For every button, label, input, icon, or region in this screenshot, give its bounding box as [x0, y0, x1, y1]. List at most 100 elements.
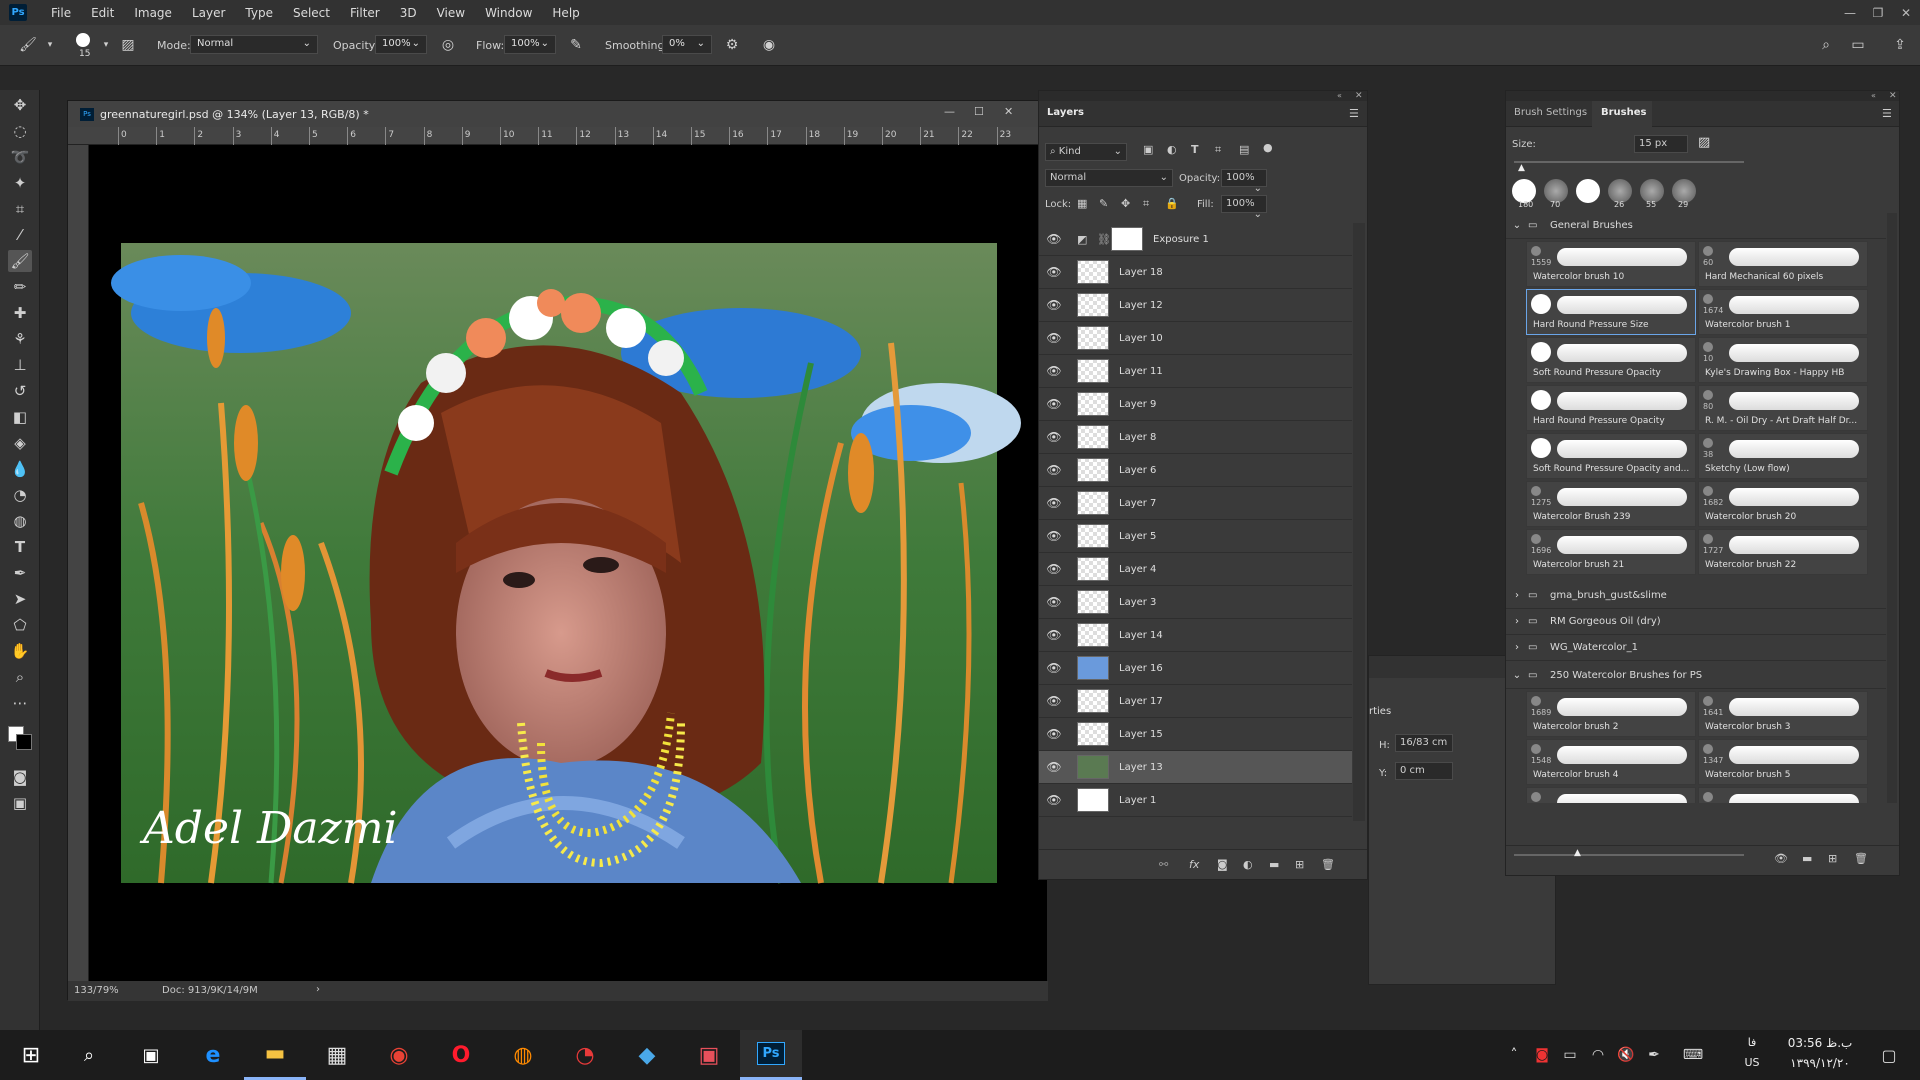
zoom-readout[interactable]: 133/79%: [74, 985, 119, 996]
collapse-panel-icon[interactable]: «: [1337, 91, 1342, 100]
brush-preset-item[interactable]: Hard Round Pressure Size: [1526, 289, 1696, 335]
size-slider-handle[interactable]: ▲: [1518, 163, 1525, 173]
layer-name[interactable]: Layer 7: [1119, 498, 1156, 509]
layer-row[interactable]: 👁 Layer 15: [1039, 718, 1352, 751]
layer-thumbnail[interactable]: [1077, 755, 1109, 779]
lock-position-icon[interactable]: ✥: [1121, 197, 1130, 210]
link-layers-icon[interactable]: ⚯: [1159, 858, 1168, 871]
magic-wand-tool-icon[interactable]: ✦: [8, 172, 32, 194]
share-icon[interactable]: ⇪: [1890, 35, 1910, 55]
layer-thumbnail[interactable]: [1077, 491, 1109, 515]
layer-row[interactable]: 👁 Layer 14: [1039, 619, 1352, 652]
notification-icon[interactable]: ▢: [1866, 1030, 1912, 1080]
layer-row[interactable]: 👁 Layer 7: [1039, 487, 1352, 520]
eye-icon[interactable]: 👁: [1039, 529, 1069, 543]
eye-icon[interactable]: 👁: [1039, 562, 1069, 576]
status-menu-arrow-icon[interactable]: ›: [316, 984, 320, 995]
layer-thumbnail[interactable]: [1077, 260, 1109, 284]
menu-window[interactable]: Window: [475, 6, 542, 20]
brush-folder[interactable]: › ▭ gma_brush_gust&slime: [1506, 583, 1886, 609]
windows-start-icon[interactable]: ⊞: [0, 1030, 62, 1080]
eye-icon[interactable]: 👁: [1039, 793, 1069, 807]
brush-preset-item[interactable]: 1641 Watercolor brush 3: [1698, 691, 1868, 737]
maximize-doc-button[interactable]: ☐: [974, 105, 984, 118]
link-icon[interactable]: ⛓: [1097, 233, 1111, 246]
brush-preset-item[interactable]: 1559 Watercolor brush 10: [1526, 241, 1696, 287]
layer-name[interactable]: Layer 8: [1119, 432, 1156, 443]
hand-tool-icon[interactable]: ✋: [8, 640, 32, 662]
layer-name[interactable]: Layer 16: [1119, 663, 1163, 674]
new-group-icon[interactable]: ▬: [1802, 852, 1812, 865]
airbrush-icon[interactable]: ✎: [566, 35, 586, 55]
filter-pixel-icon[interactable]: ▣: [1143, 143, 1153, 156]
keyboard-icon[interactable]: ⌨: [1676, 1030, 1710, 1080]
menu-filter[interactable]: Filter: [340, 6, 390, 20]
layer-name[interactable]: Layer 11: [1119, 366, 1163, 377]
lock-artboard-icon[interactable]: ⌗: [1143, 197, 1149, 211]
layer-name[interactable]: Exposure 1: [1153, 234, 1209, 245]
app-pink-icon[interactable]: ▣: [678, 1030, 740, 1080]
move-tool-icon[interactable]: ✥: [8, 94, 32, 116]
fill-input[interactable]: 100% ⌄: [1221, 195, 1267, 220]
sponge-tool-icon[interactable]: ◍: [8, 510, 32, 532]
dodge-tool-icon[interactable]: ◔: [8, 484, 32, 506]
layer-thumbnail[interactable]: [1077, 656, 1109, 680]
type-tool-icon[interactable]: T: [8, 536, 32, 558]
eye-icon[interactable]: 👁: [1039, 298, 1069, 312]
layer-row[interactable]: 👁 Layer 11: [1039, 355, 1352, 388]
filter-smart-object-icon[interactable]: ▤: [1239, 143, 1249, 156]
brush-preset-item[interactable]: 1516Watercolor brush 7: [1698, 787, 1868, 803]
filter-type-icon[interactable]: T: [1191, 143, 1199, 156]
brush-preset-item[interactable]: 1696 Watercolor brush 21: [1526, 529, 1696, 575]
layer-name[interactable]: Layer 5: [1119, 531, 1156, 542]
layer-name[interactable]: Layer 14: [1119, 630, 1163, 641]
edge-icon[interactable]: e: [182, 1030, 244, 1080]
blur-tool-icon[interactable]: 💧: [8, 458, 32, 480]
minimize-app-button[interactable]: —: [1836, 6, 1864, 20]
eraser-tool-icon[interactable]: ◧: [8, 406, 32, 428]
new-layer-icon[interactable]: ⊞: [1295, 858, 1304, 871]
eye-icon[interactable]: 👁: [1039, 331, 1069, 345]
layer-name[interactable]: Layer 15: [1119, 729, 1163, 740]
screen-mode-icon[interactable]: ▣: [8, 792, 32, 814]
clock-date[interactable]: ۱۳۹۹/۱۲/۲۰: [1770, 1056, 1870, 1070]
battery-icon[interactable]: ▭: [1556, 1030, 1584, 1080]
visibility-toggle-icon[interactable]: 👁: [1774, 852, 1788, 865]
layer-name[interactable]: Layer 9: [1119, 399, 1156, 410]
folder-250-watercolor[interactable]: ⌄ ▭ 250 Watercolor Brushes for PS: [1506, 663, 1886, 689]
firefox-icon[interactable]: ◍: [492, 1030, 554, 1080]
brush-tool-preset-icon[interactable]: 🖌: [18, 35, 38, 55]
healing-brush-tool-icon[interactable]: ✚: [8, 302, 32, 324]
workspace-icon[interactable]: ▭: [1848, 35, 1868, 55]
language-top[interactable]: فا: [1738, 1036, 1766, 1049]
brush-preset-item[interactable]: 1674 Watercolor brush 1: [1698, 289, 1868, 335]
path-selection-tool-icon[interactable]: ➤: [8, 588, 32, 610]
brush-preview-icon[interactable]: [76, 33, 90, 47]
crop-tool-icon[interactable]: ⌗: [8, 198, 32, 220]
layer-thumbnail[interactable]: [1077, 788, 1109, 812]
layer-mask-thumbnail[interactable]: [1111, 227, 1143, 251]
tray-app-icon[interactable]: ◙: [1528, 1030, 1556, 1080]
menu-3d[interactable]: 3D: [390, 6, 427, 20]
new-brush-icon[interactable]: ⊞: [1828, 852, 1837, 865]
brush-preset-item[interactable]: Soft Round Pressure Opacity and...: [1526, 433, 1696, 479]
photoshop-taskbar-icon[interactable]: Ps: [740, 1030, 802, 1080]
layer-row[interactable]: 👁 Layer 10: [1039, 322, 1352, 355]
search-icon[interactable]: ⌕: [58, 1030, 120, 1080]
filter-adjustment-icon[interactable]: ◐: [1167, 143, 1177, 156]
fx-icon[interactable]: fx: [1189, 858, 1199, 871]
quick-mask-icon[interactable]: ◙: [8, 766, 32, 788]
document-tab[interactable]: Ps greennaturegirl.psd @ 134% (Layer 13,…: [68, 101, 381, 127]
tab-layers[interactable]: Layers: [1047, 107, 1084, 118]
brushes-menu-icon[interactable]: ☰: [1882, 107, 1892, 120]
eye-icon[interactable]: 👁: [1039, 694, 1069, 708]
brush-preset-item[interactable]: 1727 Watercolor brush 22: [1698, 529, 1868, 575]
language-bottom[interactable]: US: [1738, 1056, 1766, 1069]
menu-view[interactable]: View: [427, 6, 475, 20]
thumbnail-size-slider[interactable]: [1514, 854, 1744, 856]
lock-all-icon[interactable]: 🔒: [1165, 197, 1179, 210]
layer-thumbnail[interactable]: [1077, 590, 1109, 614]
layer-row[interactable]: 👁 Layer 17: [1039, 685, 1352, 718]
y-input[interactable]: 0 cm: [1395, 762, 1453, 780]
layer-row[interactable]: 👁 Layer 9: [1039, 388, 1352, 421]
